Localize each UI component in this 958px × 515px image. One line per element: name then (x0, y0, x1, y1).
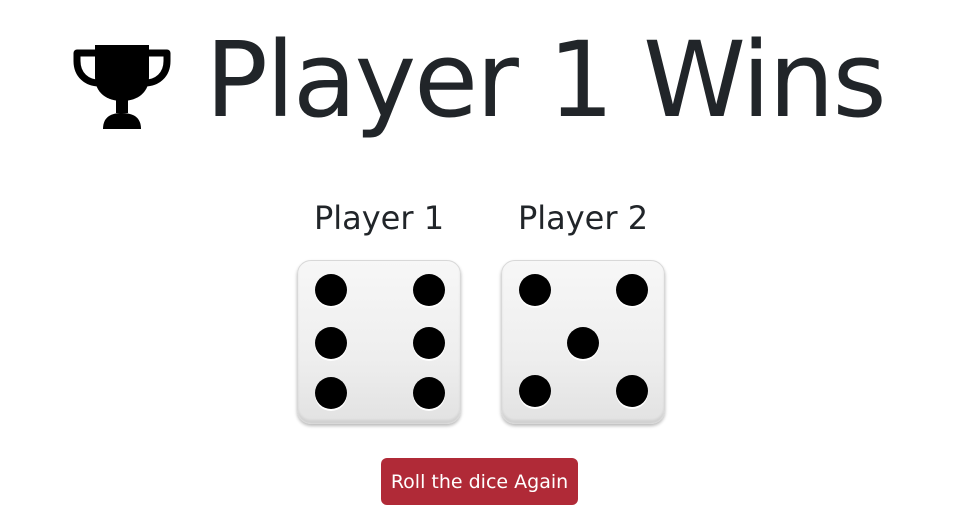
die-pip (315, 377, 347, 409)
page-title: Player 1 Wins (205, 19, 886, 141)
winner-headline: Player 1 Wins (0, 18, 958, 148)
die-pip (413, 274, 445, 306)
die-pip (519, 375, 551, 407)
roll-dice-button[interactable]: Roll the dice Again (381, 458, 578, 505)
player-2-panel: Player 2 (483, 196, 683, 424)
die-pip (567, 327, 599, 359)
die-pip (616, 375, 648, 407)
die-pip (413, 327, 445, 359)
player-2-name: Player 2 (517, 199, 649, 237)
die-pip (519, 274, 551, 306)
player-1-panel: Player 1 (279, 196, 479, 424)
player-1-die (297, 260, 461, 424)
dice-game-page: Player 1 Wins Player 1 Player 2 Roll the… (0, 0, 958, 515)
player-2-die (501, 260, 665, 424)
die-pip (413, 377, 445, 409)
trophy-icon (73, 45, 171, 129)
die-pip (315, 327, 347, 359)
player-1-name: Player 1 (313, 199, 445, 237)
die-pip (616, 274, 648, 306)
die-pip (315, 274, 347, 306)
